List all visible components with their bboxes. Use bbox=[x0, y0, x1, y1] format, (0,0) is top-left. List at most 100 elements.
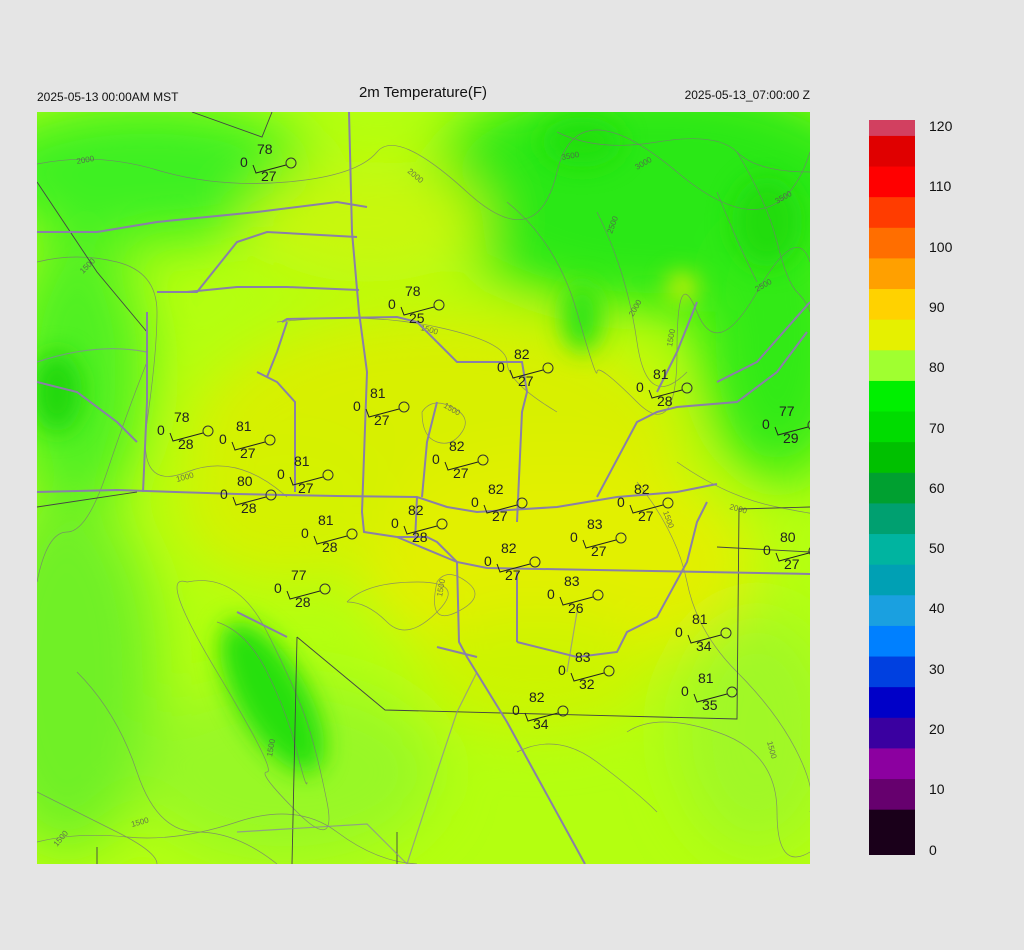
colorbar-band bbox=[869, 273, 915, 290]
station-value-zero: 0 bbox=[762, 416, 770, 432]
colorbar-band bbox=[869, 257, 915, 274]
station-temperature: 83 bbox=[587, 516, 603, 532]
station-value-zero: 0 bbox=[220, 486, 228, 502]
colorbar-band bbox=[869, 701, 915, 718]
colorbar-band bbox=[869, 472, 915, 489]
station-temperature: 82 bbox=[501, 540, 517, 556]
station-value-zero: 0 bbox=[240, 154, 248, 170]
colorbar-tick-label: 60 bbox=[929, 479, 945, 496]
station-dewpoint: 27 bbox=[492, 508, 508, 524]
colorbar-band bbox=[869, 181, 915, 198]
colorbar-band bbox=[869, 395, 915, 412]
station-value-zero: 0 bbox=[617, 494, 625, 510]
colorbar-band bbox=[869, 242, 915, 259]
station-value-zero: 0 bbox=[681, 683, 689, 699]
colorbar-tick-label: 50 bbox=[929, 540, 945, 557]
colorbar-band bbox=[869, 686, 915, 703]
colorbar-band bbox=[869, 487, 915, 504]
colorbar-tick-label: 90 bbox=[929, 298, 945, 315]
station-dewpoint: 27 bbox=[518, 373, 534, 389]
station-temperature: 81 bbox=[692, 611, 708, 627]
colorbar-band bbox=[869, 793, 915, 810]
station-temperature: 82 bbox=[408, 502, 424, 518]
station-temperature: 81 bbox=[294, 453, 310, 469]
station-value-zero: 0 bbox=[274, 580, 282, 596]
station-dewpoint: 27 bbox=[453, 465, 469, 481]
station-temperature: 81 bbox=[653, 366, 669, 382]
temperature-map: 2000 2000 3500 3000 3500 2500 2000 2500 1500 1500… bbox=[37, 112, 810, 864]
station-value-zero: 0 bbox=[570, 529, 578, 545]
station-dewpoint: 34 bbox=[533, 716, 549, 732]
colorbar-band bbox=[869, 365, 915, 381]
station-temperature: 80 bbox=[780, 529, 796, 545]
colorbar-band bbox=[869, 319, 915, 335]
temperature-colorbar bbox=[869, 120, 915, 855]
colorbar-band bbox=[869, 763, 915, 780]
colorbar-band bbox=[869, 135, 915, 152]
colorbar-band bbox=[869, 671, 915, 688]
station-value-zero: 0 bbox=[484, 553, 492, 569]
colorbar-band bbox=[869, 640, 915, 657]
station-value-zero: 0 bbox=[432, 451, 440, 467]
station-temperature: 82 bbox=[529, 689, 545, 705]
colorbar-bands bbox=[869, 120, 915, 855]
station-dewpoint: 26 bbox=[568, 600, 584, 616]
station-value-zero: 0 bbox=[763, 542, 771, 558]
colorbar-band bbox=[869, 655, 915, 672]
colorbar-band bbox=[869, 196, 915, 213]
utc-time-label: 2025-05-13_07:00:00 Z bbox=[684, 88, 810, 102]
colorbar-band bbox=[869, 778, 915, 795]
station-value-zero: 0 bbox=[391, 515, 399, 531]
colorbar-band bbox=[869, 120, 915, 136]
station-value-zero: 0 bbox=[277, 466, 285, 482]
station-temperature: 82 bbox=[449, 438, 465, 454]
colorbar-band bbox=[869, 334, 915, 351]
colorbar-band bbox=[869, 211, 915, 228]
station-value-zero: 0 bbox=[547, 586, 555, 602]
colorbar-band bbox=[869, 839, 915, 855]
station-temperature: 83 bbox=[564, 573, 580, 589]
local-time-label: 2025-05-13 00:00AM MST bbox=[37, 90, 179, 104]
colorbar-band bbox=[869, 441, 915, 458]
station-temperature: 81 bbox=[698, 670, 714, 686]
colorbar-band bbox=[869, 303, 915, 320]
station-value-zero: 0 bbox=[353, 398, 361, 414]
station-temperature: 77 bbox=[779, 403, 795, 419]
station-dewpoint: 28 bbox=[657, 393, 673, 409]
colorbar-band bbox=[869, 288, 915, 305]
station-value-zero: 0 bbox=[675, 624, 683, 640]
station-temperature: 78 bbox=[405, 283, 421, 299]
station-temperature: 81 bbox=[370, 385, 386, 401]
station-dewpoint: 28 bbox=[322, 539, 338, 555]
station-temperature: 77 bbox=[291, 567, 307, 583]
station-dewpoint: 28 bbox=[412, 529, 428, 545]
colorbar-band bbox=[869, 717, 915, 734]
colorbar-band bbox=[869, 579, 915, 596]
station-dewpoint: 27 bbox=[240, 445, 256, 461]
colorbar-tick-label: 110 bbox=[929, 178, 952, 195]
station-dewpoint: 35 bbox=[702, 697, 718, 713]
colorbar-tick-label: 30 bbox=[929, 660, 945, 677]
colorbar-tick-label: 80 bbox=[929, 359, 945, 376]
colorbar-tick-label: 120 bbox=[929, 118, 953, 134]
station-dewpoint: 27 bbox=[505, 567, 521, 583]
colorbar-band bbox=[869, 502, 915, 519]
colorbar-band bbox=[869, 150, 915, 167]
colorbar-band bbox=[869, 594, 915, 611]
colorbar-band bbox=[869, 165, 915, 182]
station-temperature: 78 bbox=[174, 409, 190, 425]
station-dewpoint: 34 bbox=[696, 638, 712, 654]
colorbar-band bbox=[869, 456, 915, 473]
station-dewpoint: 27 bbox=[784, 556, 800, 572]
station-value-zero: 0 bbox=[219, 431, 227, 447]
colorbar-tick-label: 100 bbox=[929, 238, 953, 255]
colorbar-band bbox=[869, 227, 915, 244]
station-value-zero: 0 bbox=[301, 525, 309, 541]
colorbar-band bbox=[869, 809, 915, 825]
station-temperature: 82 bbox=[514, 346, 530, 362]
station-value-zero: 0 bbox=[512, 702, 520, 718]
colorbar-band bbox=[869, 518, 915, 535]
colorbar-tick-label: 20 bbox=[929, 721, 945, 737]
colorbar-band bbox=[869, 349, 915, 366]
colorbar-band bbox=[869, 564, 915, 580]
